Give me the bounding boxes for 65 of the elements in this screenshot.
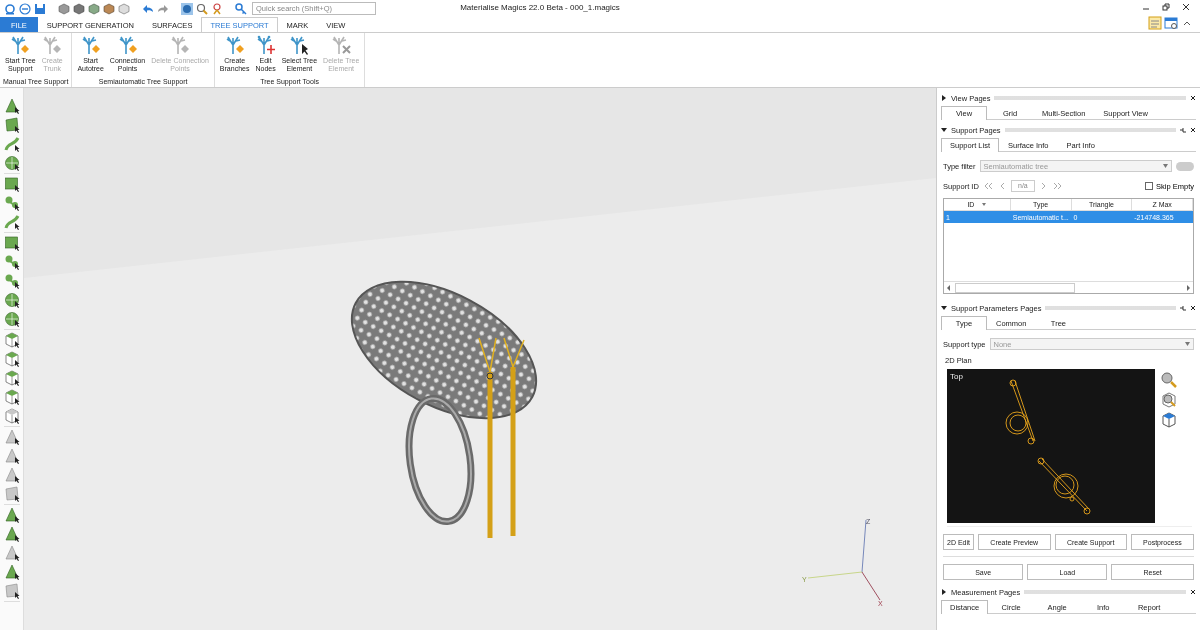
scrollbar-thumb[interactable] — [955, 282, 1075, 293]
zoom-icon[interactable] — [1161, 372, 1177, 388]
tree-plus-icon — [117, 35, 138, 55]
triangle-tool-icon[interactable] — [3, 507, 20, 523]
node-tool-icon[interactable] — [3, 195, 20, 211]
circle-tool-icon[interactable] — [3, 155, 20, 171]
tree-plus-icon — [42, 35, 63, 55]
tree-plus-icon — [10, 35, 31, 55]
close-icon[interactable] — [1190, 589, 1196, 595]
cube-tool-icon[interactable] — [3, 370, 20, 386]
scroll-right-icon[interactable] — [1186, 284, 1191, 291]
collapse-arrow-icon[interactable] — [941, 305, 947, 311]
window-settings-icon[interactable] — [1164, 16, 1178, 30]
window-title: Materialise Magics 22.0 Beta - 000_1.magics — [460, 3, 620, 12]
restore-icon[interactable] — [1162, 3, 1170, 11]
save-icon[interactable] — [34, 2, 46, 15]
cube-icon[interactable] — [58, 2, 70, 15]
key-icon[interactable] — [235, 2, 247, 15]
close-icon[interactable] — [1182, 3, 1190, 11]
cube-tool-icon[interactable] — [3, 351, 20, 367]
scroll-left-icon[interactable] — [946, 284, 951, 291]
tree-plus-icon — [170, 35, 191, 55]
tree-cursor-icon — [289, 35, 310, 55]
close-icon[interactable] — [1190, 95, 1196, 101]
zoom-cube-icon[interactable] — [1161, 392, 1177, 408]
circle-tool-icon[interactable] — [3, 311, 20, 327]
tree-plus-icon — [80, 35, 101, 55]
triangle-tool-icon[interactable] — [3, 526, 20, 542]
close-icon[interactable] — [1190, 305, 1196, 311]
circle-tool-icon[interactable] — [3, 292, 20, 308]
cube-tool-icon[interactable] — [3, 389, 20, 405]
expand-arrow-icon[interactable] — [941, 589, 947, 595]
expand-arrow-icon[interactable] — [941, 95, 947, 101]
node-tool-icon[interactable] — [3, 254, 20, 270]
dropdown-caret-icon — [1185, 342, 1190, 346]
square-tool-icon[interactable] — [3, 176, 20, 192]
cube-icon[interactable] — [103, 2, 115, 15]
pin-icon[interactable] — [211, 2, 223, 15]
cube-icon[interactable] — [88, 2, 100, 15]
curve-tool-icon[interactable] — [3, 214, 20, 230]
node-tool-icon[interactable] — [3, 273, 20, 289]
redo-icon[interactable] — [157, 2, 169, 15]
cube-icon[interactable] — [1161, 412, 1177, 428]
square-tool-icon[interactable] — [3, 235, 20, 251]
tree-cross-icon — [255, 35, 276, 55]
pin-icon[interactable] — [1180, 305, 1186, 311]
view-label: Top — [950, 372, 963, 381]
collapse-arrow-icon[interactable] — [941, 127, 947, 133]
minus-circle-icon[interactable] — [19, 2, 31, 15]
cube-icon[interactable] — [73, 2, 85, 15]
close-icon[interactable] — [1190, 127, 1196, 133]
app-logo-icon[interactable] — [4, 2, 16, 15]
sort-caret-icon[interactable] — [982, 203, 987, 206]
quad-tool-icon[interactable] — [3, 117, 20, 133]
cube-tool-icon[interactable] — [3, 332, 20, 348]
triangle-tool-icon[interactable] — [3, 98, 20, 114]
zoom-icon[interactable] — [196, 2, 208, 15]
tree-plus-icon — [224, 35, 245, 55]
curve-tool-icon[interactable] — [3, 136, 20, 152]
dropdown-caret-icon — [1163, 164, 1168, 168]
triangle-tool-icon[interactable] — [3, 564, 20, 580]
view-sphere-icon[interactable] — [181, 2, 193, 15]
pin-icon[interactable] — [1180, 127, 1186, 133]
tree-x-icon — [331, 35, 352, 55]
plan-view[interactable]: Top — [947, 369, 1155, 523]
